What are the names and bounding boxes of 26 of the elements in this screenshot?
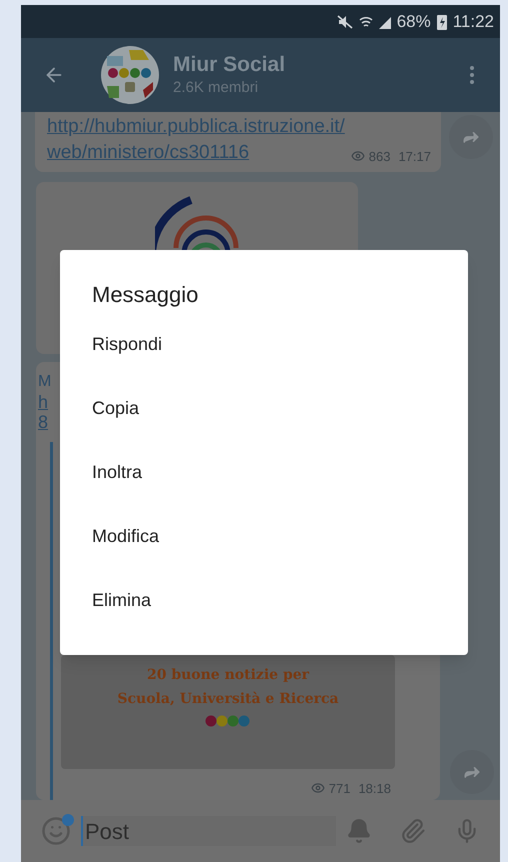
menu-item[interactable]: Elimina xyxy=(92,568,152,632)
wifi-icon xyxy=(358,14,373,28)
menu-item[interactable]: Rispondi xyxy=(92,312,162,376)
member-count: 2.6K membri xyxy=(173,78,260,98)
emoji-icon[interactable] xyxy=(41,816,71,846)
views-icon xyxy=(310,781,325,796)
bell-icon[interactable] xyxy=(346,818,372,844)
signal-icon xyxy=(378,14,391,28)
image-caption: 20 buone notizie per xyxy=(146,666,310,684)
attach-icon[interactable] xyxy=(400,818,426,844)
views-icon xyxy=(350,149,365,164)
menu-item[interactable]: Modifica xyxy=(92,504,160,568)
menu-item[interactable]: Inoltra xyxy=(92,440,142,504)
mute-icon xyxy=(336,14,353,28)
share-button[interactable] xyxy=(449,115,493,159)
sender-name: M xyxy=(38,372,52,392)
dialog-title: Messaggio xyxy=(92,281,200,309)
channel-title: Miur Social xyxy=(173,52,286,78)
message-field[interactable]: Post xyxy=(81,816,336,846)
logo-icon xyxy=(205,714,251,726)
image-caption: Scuola, Università e Ricerca xyxy=(117,690,339,708)
battery-icon xyxy=(436,14,447,30)
channel-avatar[interactable] xyxy=(101,46,159,104)
clock: 11:22 xyxy=(452,10,494,33)
battery-percent: 68% xyxy=(396,10,431,33)
menu-item[interactable]: Copia xyxy=(92,376,140,440)
